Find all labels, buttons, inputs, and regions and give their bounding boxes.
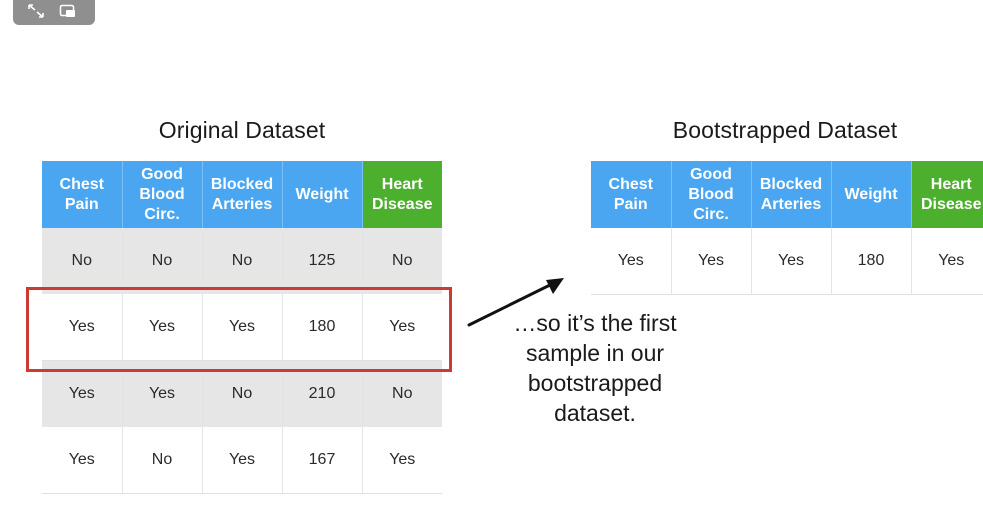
table-cell: Yes [911, 228, 983, 295]
original-dataset-title: Original Dataset [158, 117, 326, 143]
table-cell: Yes [42, 427, 123, 494]
table-cell: No [362, 360, 442, 427]
table-cell: Yes [122, 360, 203, 427]
table-cell: Yes [362, 427, 442, 494]
bootstrapped-header-good-blood-circ: Good Blood Circ. [671, 161, 752, 228]
table-cell: No [202, 360, 283, 427]
player-controls [13, 0, 95, 25]
table-cell: 180 [282, 294, 363, 361]
explanation-caption: …so it’s the first sample in our bootstr… [513, 310, 677, 426]
table-row: Yes Yes Yes 180 Yes [42, 294, 442, 361]
bootstrapped-dataset-title: Bootstrapped Dataset [672, 117, 898, 143]
table-row: Yes No Yes 167 Yes [42, 427, 442, 494]
bootstrapped-header-chest-pain: Chest Pain [591, 161, 672, 228]
original-header-row: Chest Pain Good Blood Circ. Blocked Arte… [42, 161, 442, 228]
table-cell: Yes [362, 294, 442, 361]
table-cell: 180 [831, 228, 912, 295]
table-cell: Yes [202, 427, 283, 494]
original-header-heart-disease: Heart Disease [362, 161, 442, 228]
original-header-good-blood-circ: Good Blood Circ. [122, 161, 203, 228]
table-cell: Yes [42, 360, 123, 427]
bootstrapped-header-blocked-arteries: Blocked Arteries [751, 161, 832, 228]
table-cell: Yes [202, 294, 283, 361]
table-row: Yes Yes Yes 180 Yes [591, 228, 983, 295]
bootstrapped-header-heart-disease: Heart Disease [911, 161, 983, 228]
table-cell: 210 [282, 360, 363, 427]
original-header-weight: Weight [282, 161, 363, 228]
table-cell: No [122, 228, 203, 294]
bootstrapped-dataset-table: Chest Pain Good Blood Circ. Blocked Arte… [591, 161, 983, 295]
table-cell: No [202, 228, 283, 294]
table-cell: Yes [751, 228, 832, 295]
table-cell: Yes [122, 294, 203, 361]
original-header-chest-pain: Chest Pain [42, 161, 123, 228]
expand-icon[interactable] [27, 3, 45, 19]
original-header-blocked-arteries: Blocked Arteries [202, 161, 283, 228]
table-cell: No [122, 427, 203, 494]
table-row: Yes Yes No 210 No [42, 360, 442, 427]
picture-in-picture-icon[interactable] [59, 3, 77, 19]
table-cell: No [42, 228, 123, 294]
table-cell: Yes [42, 294, 123, 361]
table-cell: No [362, 228, 442, 294]
table-cell: Yes [671, 228, 752, 295]
table-cell: Yes [591, 228, 672, 295]
table-cell: 167 [282, 427, 363, 494]
table-cell: 125 [282, 228, 363, 294]
table-row: No No No 125 No [42, 228, 442, 294]
bootstrapped-header-weight: Weight [831, 161, 912, 228]
original-dataset-table: Chest Pain Good Blood Circ. Blocked Arte… [42, 161, 442, 494]
slide-stage: Original Dataset Chest Pain Good Blood C… [0, 0, 983, 527]
bootstrapped-header-row: Chest Pain Good Blood Circ. Blocked Arte… [591, 161, 983, 228]
